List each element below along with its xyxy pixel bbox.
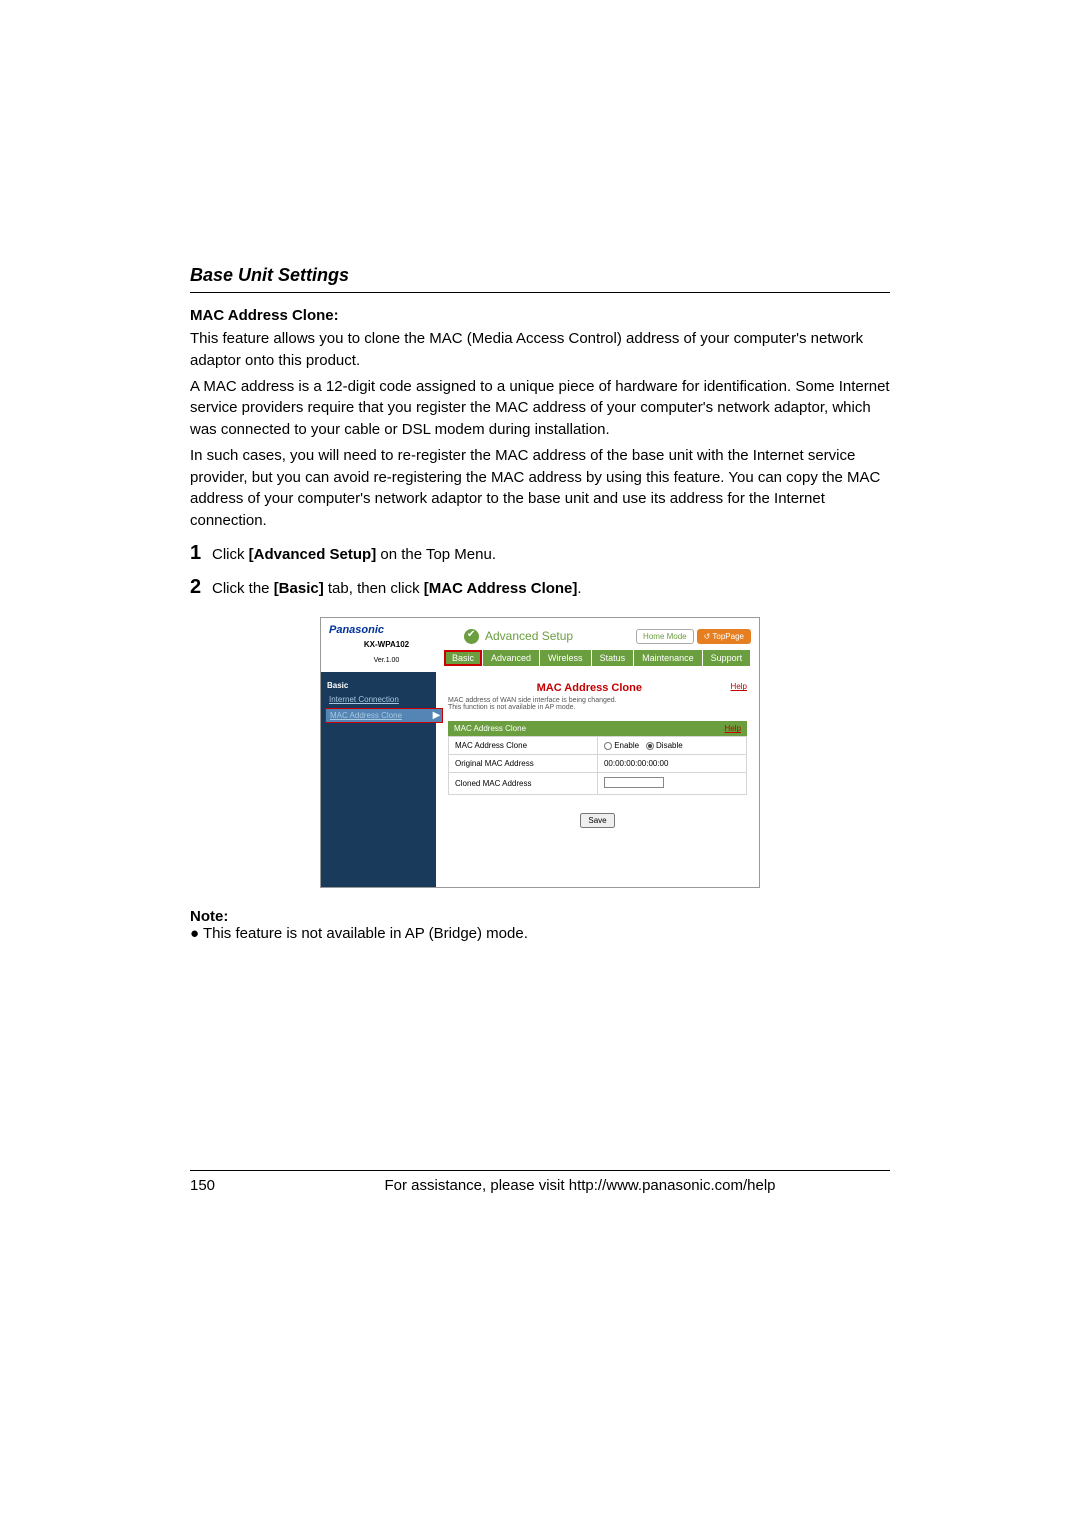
step-2-mid: tab, then click: [324, 580, 424, 597]
ss-sidebar: Basic Internet Connection MAC Address Cl…: [321, 672, 436, 887]
help-link-table[interactable]: Help: [725, 724, 741, 733]
desc-line1: MAC address of WAN side interface is bei…: [448, 697, 617, 704]
bullet-icon: ●: [190, 925, 199, 942]
page-body: Base Unit Settings MAC Address Clone: Th…: [190, 265, 890, 942]
content-title-row: Help MAC Address Clone: [448, 682, 747, 694]
sidebar-arrow-icon: ▶: [431, 708, 443, 723]
table-row: Cloned MAC Address: [449, 773, 747, 795]
page-number: 150: [190, 1177, 270, 1194]
desc-line2: This function is not available in AP mod…: [448, 704, 576, 711]
row2-value: 00:00:00:00:00:00: [597, 755, 746, 773]
row2-label: Original MAC Address: [449, 755, 598, 773]
top-page-label: TopPage: [712, 632, 744, 641]
note-bullet: ● This feature is not available in AP (B…: [190, 925, 890, 942]
step-1-num: 1: [190, 542, 212, 565]
note-text: This feature is not available in AP (Bri…: [203, 925, 528, 942]
footer-text: For assistance, please visit http://www.…: [270, 1177, 890, 1194]
content-title: MAC Address Clone: [448, 682, 747, 694]
tab-support[interactable]: Support: [703, 650, 751, 666]
cloned-mac-input[interactable]: [604, 777, 664, 788]
note-heading: Note:: [190, 908, 890, 925]
home-mode-button[interactable]: Home Mode: [636, 629, 694, 644]
step-2-post: .: [577, 580, 581, 597]
row3-value: [597, 773, 746, 795]
section-title: Base Unit Settings: [190, 265, 890, 286]
panasonic-logo: Panasonic: [329, 624, 439, 636]
tab-maintenance[interactable]: Maintenance: [634, 650, 702, 666]
sidebar-item-mac-clone[interactable]: MAC Address Clone ▶: [325, 708, 432, 723]
disable-label: Disable: [656, 741, 683, 750]
ss-left-header: Panasonic KX-WPA102 Ver.1.00: [329, 624, 444, 670]
mac-clone-para1: This feature allows you to clone the MAC…: [190, 328, 890, 372]
sidebar-item-mac-clone-label: MAC Address Clone: [330, 711, 402, 720]
sidebar-group-basic: Basic: [321, 678, 436, 693]
tab-basic[interactable]: Basic: [444, 650, 482, 666]
ss-content: Help MAC Address Clone MAC address of WA…: [436, 672, 759, 887]
top-page-button[interactable]: ↺ TopPage: [697, 629, 751, 644]
router-screenshot: Panasonic KX-WPA102 Ver.1.00 Advanced Se…: [320, 617, 760, 888]
mac-clone-para2: A MAC address is a 12-digit code assigne…: [190, 376, 890, 441]
tab-advanced[interactable]: Advanced: [483, 650, 539, 666]
row1-label: MAC Address Clone: [449, 737, 598, 755]
divider: [190, 292, 890, 293]
enable-label: Enable: [614, 741, 639, 750]
step-2-pre: Click the: [212, 580, 274, 597]
version-label: Ver.1.00: [329, 657, 444, 664]
step-1: 1 Click [Advanced Setup] on the Top Menu…: [190, 542, 890, 566]
step-2-text: Click the [Basic] tab, then click [MAC A…: [212, 578, 582, 600]
mac-clone-heading: MAC Address Clone:: [190, 307, 890, 324]
ss-title-row: Advanced Setup Home Mode ↺ TopPage: [444, 629, 751, 650]
mode-buttons: Home Mode ↺ TopPage: [636, 629, 751, 644]
row3-label: Cloned MAC Address: [449, 773, 598, 795]
save-button[interactable]: Save: [580, 813, 614, 828]
step-2: 2 Click the [Basic] tab, then click [MAC…: [190, 576, 890, 600]
page-footer: 150 For assistance, please visit http://…: [190, 1170, 890, 1194]
step-1-post: on the Top Menu.: [376, 546, 496, 563]
mac-clone-table: MAC Address Clone Enable Disable Origina…: [448, 736, 747, 795]
advanced-setup-label: Advanced Setup: [485, 629, 573, 643]
ss-header: Panasonic KX-WPA102 Ver.1.00 Advanced Se…: [321, 618, 759, 672]
table-header-label: MAC Address Clone: [454, 724, 526, 733]
table-row: MAC Address Clone Enable Disable: [449, 737, 747, 755]
table-header-bar: MAC Address Clone Help: [448, 721, 747, 736]
step-2-bold1: [Basic]: [274, 580, 324, 597]
disable-radio[interactable]: [646, 742, 654, 750]
sidebar-item-internet[interactable]: Internet Connection: [321, 693, 436, 706]
save-row: Save: [448, 795, 747, 838]
ss-top-row: Panasonic KX-WPA102 Ver.1.00 Advanced Se…: [321, 618, 759, 672]
step-1-bold: [Advanced Setup]: [249, 546, 377, 563]
step-1-text: Click [Advanced Setup] on the Top Menu.: [212, 544, 496, 566]
tab-status[interactable]: Status: [592, 650, 634, 666]
step-2-num: 2: [190, 576, 212, 599]
step-1-pre: Click: [212, 546, 249, 563]
model-label: KX-WPA102: [329, 640, 444, 649]
help-link-top[interactable]: Help: [731, 682, 747, 691]
tab-bar: Basic Advanced Wireless Status Maintenan…: [444, 650, 751, 666]
step-2-bold2: [MAC Address Clone]: [424, 580, 578, 597]
enable-radio[interactable]: [604, 742, 612, 750]
table-row: Original MAC Address 00:00:00:00:00:00: [449, 755, 747, 773]
tab-wireless[interactable]: Wireless: [540, 650, 591, 666]
ss-main: Basic Internet Connection MAC Address Cl…: [321, 672, 759, 887]
row1-value: Enable Disable: [597, 737, 746, 755]
check-icon: [464, 629, 479, 644]
ss-right-header: Advanced Setup Home Mode ↺ TopPage Basic…: [444, 629, 751, 666]
mac-clone-para3: In such cases, you will need to re-regis…: [190, 445, 890, 532]
content-desc: MAC address of WAN side interface is bei…: [448, 697, 747, 711]
